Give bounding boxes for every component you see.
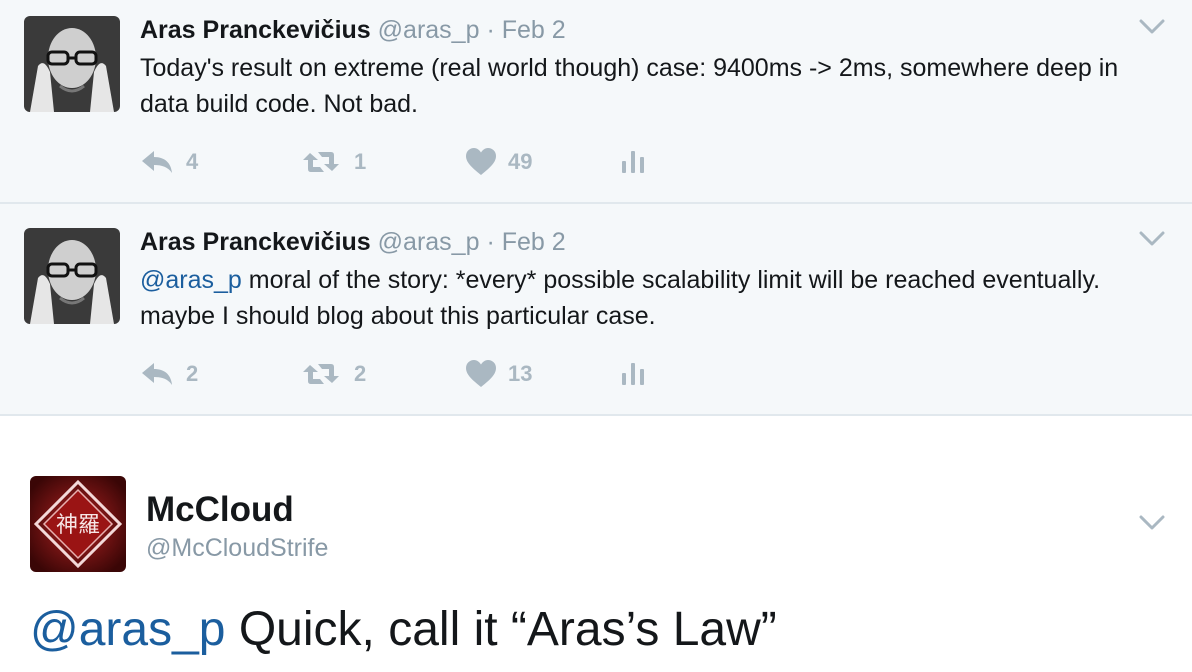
heart-icon bbox=[466, 148, 496, 175]
reply-icon bbox=[142, 363, 172, 385]
tweet-item[interactable]: Aras Pranckevičius @aras_p · Feb 2 Today… bbox=[0, 0, 1192, 204]
like-button[interactable]: 49 bbox=[466, 142, 532, 182]
author-handle[interactable]: @aras_p bbox=[378, 16, 480, 44]
like-count: 13 bbox=[508, 361, 533, 386]
chevron-down-icon[interactable] bbox=[1138, 230, 1166, 248]
like-count: 49 bbox=[508, 149, 533, 174]
tweet-text: Today's result on extreme (real world th… bbox=[140, 50, 1150, 122]
tweet-text: @aras_p moral of the story: *every* poss… bbox=[140, 262, 1150, 334]
reply-icon bbox=[142, 151, 172, 173]
tweet-body: Quick, call it “Aras’s Law” bbox=[225, 603, 777, 656]
author-name[interactable]: Aras Pranckevičius bbox=[140, 16, 371, 44]
tweet-date[interactable]: Feb 2 bbox=[502, 228, 566, 256]
tweet-text: @aras_p Quick, call it “Aras’s Law” bbox=[30, 602, 777, 657]
main-tweet: 神羅 McCloud @McCloudStrife @aras_p Quick,… bbox=[0, 416, 1192, 672]
avatar[interactable] bbox=[24, 228, 120, 324]
author-handle[interactable]: @McCloudStrife bbox=[146, 534, 328, 563]
mention-link[interactable]: @aras_p bbox=[140, 266, 242, 294]
retweet-count: 2 bbox=[354, 361, 367, 386]
author-handle[interactable]: @aras_p bbox=[378, 228, 480, 256]
author-name[interactable]: Aras Pranckevičius bbox=[140, 228, 371, 256]
tweet-body: Today's result on extreme (real world th… bbox=[140, 54, 1119, 118]
reply-button[interactable]: 2 bbox=[140, 354, 198, 394]
like-button[interactable]: 13 bbox=[466, 354, 532, 394]
analytics-button[interactable] bbox=[620, 142, 646, 182]
retweet-icon bbox=[303, 364, 339, 384]
heart-icon bbox=[466, 360, 496, 387]
avatar[interactable] bbox=[24, 16, 120, 112]
reply-count: 4 bbox=[186, 149, 199, 174]
tweet-item[interactable]: Aras Pranckevičius @aras_p · Feb 2 @aras… bbox=[0, 204, 1192, 416]
separator-dot: · bbox=[486, 16, 495, 44]
chevron-down-icon[interactable] bbox=[1138, 18, 1166, 36]
tweet-actions: 4 1 49 bbox=[140, 142, 740, 182]
analytics-button[interactable] bbox=[620, 354, 646, 394]
analytics-icon bbox=[622, 151, 644, 173]
reply-count: 2 bbox=[186, 361, 199, 386]
reply-button[interactable]: 4 bbox=[140, 142, 198, 182]
analytics-icon bbox=[622, 363, 644, 385]
chevron-down-icon[interactable] bbox=[1138, 514, 1166, 532]
retweet-button[interactable]: 2 bbox=[300, 354, 366, 394]
tweet-date[interactable]: Feb 2 bbox=[502, 16, 566, 44]
retweet-count: 1 bbox=[354, 149, 367, 174]
mention-link[interactable]: @aras_p bbox=[30, 603, 226, 656]
retweet-button[interactable]: 1 bbox=[300, 142, 366, 182]
author-name[interactable]: McCloud bbox=[146, 490, 294, 530]
avatar-logo-text: 神羅 bbox=[56, 513, 100, 538]
separator-dot: · bbox=[486, 228, 495, 256]
tweet-actions: 2 2 13 bbox=[140, 354, 740, 394]
tweet-body: moral of the story: *every* possible sca… bbox=[140, 266, 1101, 330]
retweet-icon bbox=[303, 152, 339, 172]
avatar[interactable]: 神羅 bbox=[30, 476, 126, 572]
